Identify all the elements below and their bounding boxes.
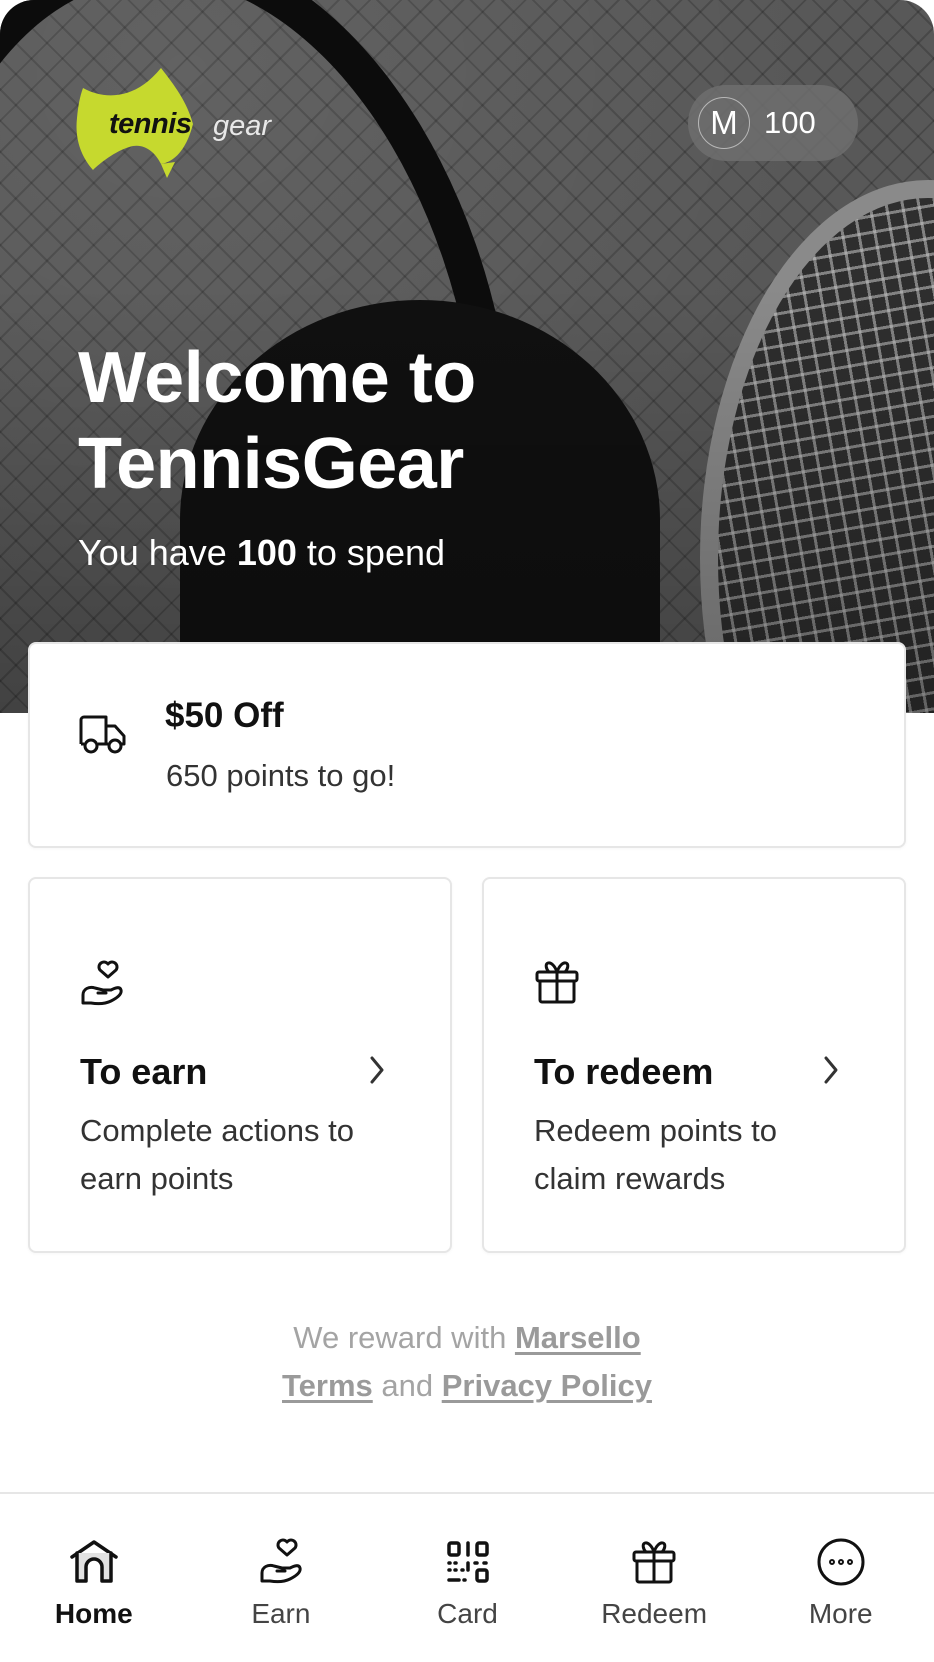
earn-card[interactable]: To earn Complete actions to earn points [28,877,452,1253]
reward-title: $50 Off [165,696,284,735]
more-circle-icon [816,1536,866,1588]
nav-item-card[interactable]: Card [374,1494,561,1662]
nav-label-home: Home [54,1598,133,1629]
hero-banner: tennis gear M 100 Welcome to TennisGear … [0,0,934,713]
avatar: M [698,97,750,149]
earn-card-title: To earn [80,1051,208,1092]
page-title-line-1: Welcome to [78,338,476,418]
gift-icon [631,1536,677,1588]
nav-label-redeem: Redeem [601,1598,708,1629]
gift-icon [534,959,580,1010]
logo-text-gear: gear [213,110,272,142]
redeem-card-title: To redeem [534,1051,714,1092]
nav-item-earn[interactable]: Earn [188,1494,375,1662]
nav-label-more: More [808,1598,873,1629]
truck-icon [78,714,128,761]
redeem-card-description: Redeem points to claim rewards [534,1113,777,1196]
logo-text-tennis: tennis [109,108,192,140]
marsello-link[interactable]: Marsello [515,1320,641,1355]
home-icon [69,1536,119,1588]
spend-summary: You have 100 to spend [78,532,445,574]
hand-heart-icon [259,1536,303,1588]
bottom-nav: Home Earn Card Redeem More [0,1494,934,1662]
page-title-line-2: TennisGear [78,424,464,504]
points-balance-pill[interactable]: M 100 [688,85,858,161]
nav-label-earn: Earn [251,1598,311,1629]
and-text: and [372,1368,442,1403]
chevron-right-icon [368,1055,386,1090]
page-title: Welcome to TennisGear [78,335,476,507]
earn-card-description: Complete actions to earn points [80,1113,354,1196]
nav-item-more[interactable]: More [747,1494,934,1662]
terms-link[interactable]: Terms [282,1368,373,1403]
hand-heart-icon [80,959,124,1014]
redeem-card[interactable]: To redeem Redeem points to claim rewards [482,877,906,1253]
spend-points: 100 [236,532,297,573]
nav-item-home[interactable]: Home [0,1494,188,1662]
qr-code-icon [446,1536,490,1588]
spend-suffix: to spend [296,532,446,573]
reward-progress-text: 650 points to go! [166,758,396,793]
legal-footer: We reward with Marsello Terms and Privac… [0,1314,934,1410]
spend-prefix: You have [78,532,237,573]
next-reward-card[interactable]: $50 Off 650 points to go! [28,642,906,848]
nav-label-card: Card [437,1598,498,1629]
reward-with-text: We reward with [293,1320,515,1355]
app-screen: tennis gear M 100 Welcome to TennisGear … [0,0,934,1662]
points-balance-value: 100 [764,105,816,140]
nav-item-redeem[interactable]: Redeem [561,1494,748,1662]
brand-logo[interactable]: tennis gear [75,66,285,178]
privacy-policy-link[interactable]: Privacy Policy [442,1368,652,1403]
chevron-right-icon [822,1055,840,1090]
